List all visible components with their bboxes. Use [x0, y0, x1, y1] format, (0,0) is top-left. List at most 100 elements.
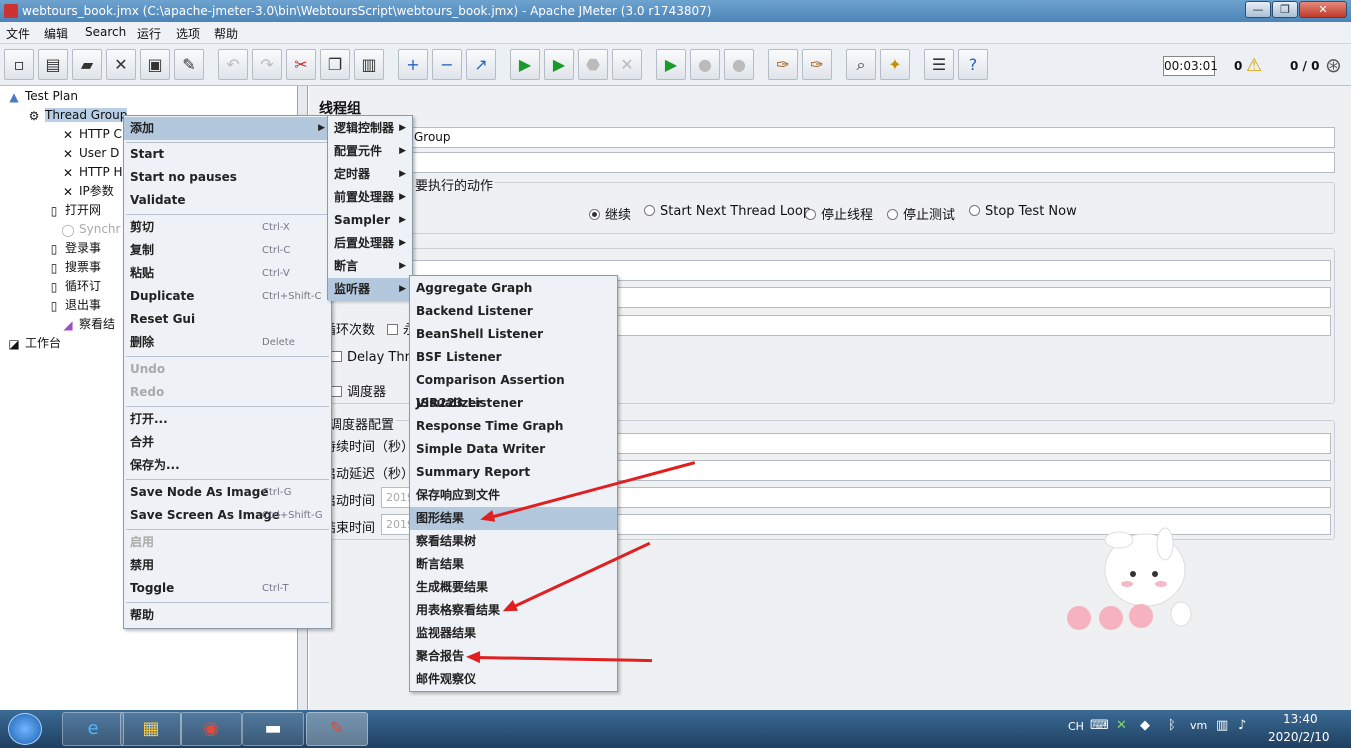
close-button[interactable]: ✕ [1299, 1, 1347, 18]
menu-item-add[interactable]: 添加 ▶ [124, 117, 331, 140]
tree-node-item[interactable]: ✕ HTTP H [60, 164, 123, 181]
submenu-timer[interactable]: 定时器 ▶ [328, 163, 412, 186]
tree-node-item[interactable]: ◯ Synchr [60, 221, 120, 238]
menu-search[interactable]: Search [85, 25, 126, 39]
submenu-post-processor[interactable]: 后置处理器 ▶ [328, 232, 412, 255]
search-icon[interactable]: ⌕ [846, 49, 876, 80]
jmeter-taskbar-icon[interactable]: ✎ [306, 712, 368, 746]
submenu-logic-controller[interactable]: 逻辑控制器 ▶ [328, 117, 412, 140]
shutdown-icon[interactable]: ✕ [612, 49, 642, 80]
menu-help[interactable]: 帮助 [214, 25, 238, 42]
listener-beanshell[interactable]: BeanShell Listener [410, 323, 617, 346]
tree-node-item[interactable]: ▯ 循环订 [46, 278, 101, 295]
menu-file[interactable]: 文件 [6, 25, 30, 42]
submenu-config-element[interactable]: 配置元件 ▶ [328, 140, 412, 163]
new-icon[interactable]: ▫ [4, 49, 34, 80]
clock-time[interactable]: 13:40 [1283, 712, 1318, 726]
listener-generate-summary[interactable]: 生成概要结果 [410, 576, 617, 599]
radio-stop-test-now[interactable]: Stop Test Now [969, 204, 1077, 219]
menu-item-open[interactable]: 打开... [124, 408, 331, 431]
menu-edit[interactable]: 编辑 [44, 25, 68, 42]
submenu-pre-processor[interactable]: 前置处理器 ▶ [328, 186, 412, 209]
save-icon[interactable]: ▣ [140, 49, 170, 80]
paste-icon[interactable]: ▥ [354, 49, 384, 80]
comments-field[interactable] [409, 152, 1335, 173]
radio-stop-test[interactable]: 停止测试 [887, 204, 955, 223]
start-no-pause-icon[interactable]: ▶ [544, 49, 574, 80]
menu-item-reset-gui[interactable]: Reset Gui [124, 308, 331, 331]
copy-icon[interactable]: ❐ [320, 49, 350, 80]
explorer-taskbar-icon[interactable]: ▦ [120, 712, 182, 746]
menu-item-validate[interactable]: Validate [124, 189, 331, 212]
radio-start-next-loop[interactable]: Start Next Thread Loop [644, 204, 811, 219]
save-screen-icon[interactable]: ✎ [174, 49, 204, 80]
listener-bsf[interactable]: BSF Listener [410, 346, 617, 369]
radio-stop-thread[interactable]: 停止线程 [805, 204, 873, 223]
menu-item-save-as[interactable]: 保存为... [124, 454, 331, 477]
reset-search-icon[interactable]: ✦ [880, 49, 910, 80]
start-orb-icon[interactable] [8, 713, 42, 745]
open-icon[interactable]: ▰ [72, 49, 102, 80]
radio-continue[interactable]: 继续 [589, 204, 631, 223]
collapse-icon[interactable]: − [432, 49, 462, 80]
volume-icon[interactable]: ♪ [1238, 718, 1246, 733]
listener-simple-data-writer[interactable]: Simple Data Writer [410, 438, 617, 461]
menu-item-enable[interactable]: 启用 [124, 531, 331, 554]
menu-item-undo[interactable]: Undo [124, 358, 331, 381]
function-helper-icon[interactable]: ☰ [924, 49, 954, 80]
app-tray-icon[interactable]: ◆ [1140, 718, 1150, 733]
tree-node-item[interactable]: ▯ 搜票事 [46, 259, 101, 276]
tree-node-item[interactable]: ◢ 察看结 [60, 316, 115, 333]
menu-item-delete[interactable]: 删除 Delete [124, 331, 331, 354]
tree-node-item[interactable]: ✕ User D [60, 145, 119, 162]
tree-node-item[interactable]: ▯ 退出事 [46, 297, 101, 314]
chrome-taskbar-icon[interactable]: ◉ [180, 712, 242, 746]
help-icon[interactable]: ? [958, 49, 988, 80]
menu-item-save-node-image[interactable]: Save Node As Image Ctrl-G [124, 481, 331, 504]
input-language[interactable]: CH [1068, 720, 1084, 733]
menu-item-paste[interactable]: 粘贴 Ctrl-V [124, 262, 331, 285]
ie-taskbar-icon[interactable]: e [62, 712, 124, 746]
menu-item-help[interactable]: 帮助 [124, 604, 331, 627]
listener-aggregate-graph[interactable]: Aggregate Graph [410, 277, 617, 300]
menu-item-duplicate[interactable]: Duplicate Ctrl+Shift-C [124, 285, 331, 308]
clear-icon[interactable]: ✑ [768, 49, 798, 80]
listener-save-responses[interactable]: 保存响应到文件 [410, 484, 617, 507]
clock-date[interactable]: 2020/2/10 [1268, 730, 1330, 744]
toggle-icon[interactable]: ↗ [466, 49, 496, 80]
minimize-button[interactable]: — [1245, 1, 1271, 18]
templates-icon[interactable]: ▤ [38, 49, 68, 80]
menu-item-disable[interactable]: 禁用 [124, 554, 331, 577]
warning-icon[interactable]: ⚠ [1246, 55, 1262, 76]
redo-icon[interactable]: ↷ [252, 49, 282, 80]
listener-view-results-tree[interactable]: 察看结果树 [410, 530, 617, 553]
listener-summary-report[interactable]: Summary Report [410, 461, 617, 484]
menu-item-cut[interactable]: 剪切 Ctrl-X [124, 216, 331, 239]
tree-node-test-plan[interactable]: ▲ Test Plan [6, 88, 78, 105]
bluetooth-icon[interactable]: ᛒ [1168, 718, 1176, 733]
submenu-assertion[interactable]: 断言 ▶ [328, 255, 412, 278]
tree-node-item[interactable]: ▯ 登录事 [46, 240, 101, 257]
remote-start-icon[interactable]: ▶ [656, 49, 686, 80]
menu-item-start-no-pauses[interactable]: Start no pauses [124, 166, 331, 189]
menu-item-merge[interactable]: 合并 [124, 431, 331, 454]
excel-tray-icon[interactable]: ✕ [1116, 718, 1127, 733]
menu-item-save-screen-image[interactable]: Save Screen As Image Ctrl+Shift-G [124, 504, 331, 527]
listener-response-time-graph[interactable]: Response Time Graph [410, 415, 617, 438]
submenu-listener[interactable]: 监听器 ▶ [328, 278, 412, 301]
cut-icon[interactable]: ✂ [286, 49, 316, 80]
tree-node-item[interactable]: ✕ IP参数 [60, 183, 114, 200]
listener-mailer-visualizer[interactable]: 邮件观察仪 [410, 668, 617, 691]
submenu-sampler[interactable]: Sampler ▶ [328, 209, 412, 232]
maximize-button[interactable]: ❐ [1272, 1, 1298, 18]
remote-shutdown-icon[interactable]: ● [724, 49, 754, 80]
vm-tray-icon[interactable]: vm [1190, 719, 1207, 732]
listener-comparison-assertion[interactable]: Comparison Assertion Visualizer [410, 369, 617, 410]
menu-item-start[interactable]: Start [124, 143, 331, 166]
menu-item-redo[interactable]: Redo [124, 381, 331, 404]
tree-node-workbench[interactable]: ◪ 工作台 [6, 335, 61, 352]
cmd-taskbar-icon[interactable]: ▬ [242, 712, 304, 746]
menu-item-copy[interactable]: 复制 Ctrl-C [124, 239, 331, 262]
close-file-icon[interactable]: ✕ [106, 49, 136, 80]
listener-monitor-results[interactable]: 监视器结果 [410, 622, 617, 645]
